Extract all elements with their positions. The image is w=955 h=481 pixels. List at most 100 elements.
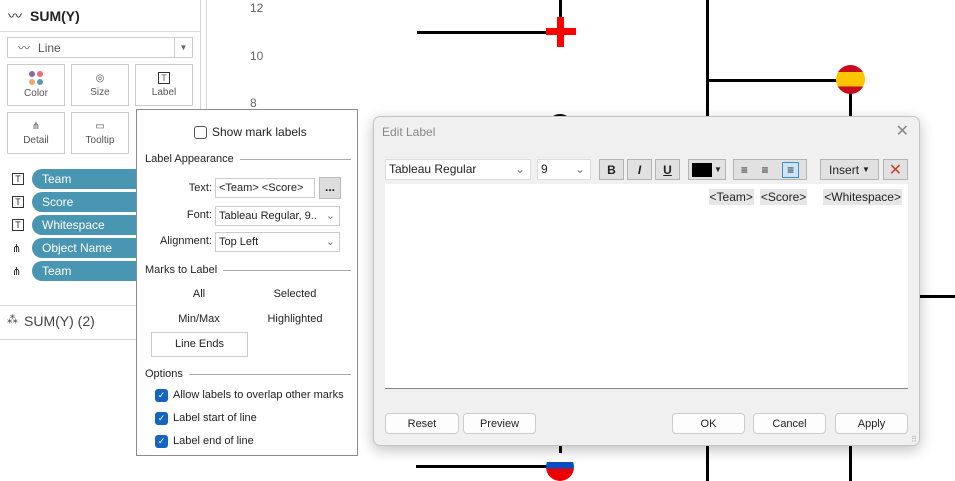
checkmark-icon[interactable]: ✓ (155, 412, 168, 425)
bracket-line (417, 31, 560, 34)
text-icon: T (12, 173, 24, 185)
align-right-icon[interactable]: ≡ (782, 161, 800, 178)
pill-row[interactable]: T Score (12, 192, 142, 212)
mark-type-value: Line (38, 40, 61, 55)
text-label: Text: (188, 182, 212, 194)
option-min-max[interactable]: Min/Max (151, 313, 247, 325)
show-mark-labels-checkbox[interactable]: Show mark labels (194, 125, 307, 139)
slovenia-flag-icon[interactable] (546, 453, 574, 481)
card-label: Size (90, 86, 110, 98)
alignment-group: ≡ ≡ ≡ (733, 159, 807, 180)
checkbox-icon[interactable] (194, 125, 207, 139)
label-text-editor[interactable]: <Team> <Score> <Whitespace> (385, 184, 908, 389)
insert-button[interactable]: Insert ▼ (820, 159, 879, 180)
y-tick: 10 (250, 49, 264, 63)
marks-header: 〰 SUM(Y) (8, 6, 80, 26)
text-icon: T (12, 219, 24, 231)
chevron-down-icon: ⌄ (514, 162, 525, 176)
font-family-dropdown[interactable]: Tableau Regular ⌄ (385, 159, 531, 180)
bold-button[interactable]: B (599, 159, 624, 180)
chevron-down-icon: ⌄ (574, 162, 585, 176)
size-icon: ◎ (95, 72, 105, 84)
card-label: Detail (23, 134, 49, 146)
card-label: Tooltip (85, 134, 115, 146)
switzerland-flag-icon[interactable] (546, 17, 576, 47)
text-icon: T (158, 72, 170, 84)
alignment-dropdown[interactable]: Top Left ⌄ (215, 232, 340, 252)
text-icon: T (12, 196, 24, 208)
align-center-icon[interactable]: ≡ (761, 163, 768, 177)
font-dropdown[interactable]: Tableau Regular, 9.. ⌄ (215, 206, 340, 226)
shapes-icon: ⁂ (7, 314, 18, 326)
option-highlighted[interactable]: Highlighted (247, 313, 343, 325)
line-icon: 〰 (8, 8, 22, 24)
tooltip-card[interactable]: ▭ Tooltip (71, 112, 129, 154)
font-size-dropdown[interactable]: 9 ⌄ (537, 159, 591, 180)
footer-label: SUM(Y) (2) (24, 313, 95, 329)
resize-grip-icon[interactable]: ⠿ (911, 435, 917, 444)
font-size-value: 9 (541, 162, 548, 176)
chevron-down-icon[interactable]: ▼ (174, 38, 192, 57)
overlap-checkbox[interactable]: ✓ Allow labels to overlap other marks (155, 389, 344, 402)
pill-row[interactable]: ⋔ Team (12, 261, 142, 281)
chevron-down-icon: ⌄ (325, 210, 335, 222)
edit-text-button[interactable]: ... (319, 177, 341, 199)
bracket-line (416, 465, 560, 468)
color-swatch (692, 162, 713, 177)
checkmark-icon[interactable]: ✓ (155, 435, 168, 448)
italic-button[interactable]: I (627, 159, 652, 180)
cancel-button[interactable]: Cancel (753, 413, 826, 434)
label-card[interactable]: T Label (135, 64, 193, 106)
underline-button[interactable]: U (655, 159, 680, 180)
field-pill[interactable]: Team (32, 261, 142, 281)
pill-row[interactable]: ⋔ Object Name (12, 238, 142, 258)
checkbox-label: Show mark labels (212, 125, 307, 139)
clear-icon[interactable]: ✕ (883, 159, 908, 180)
label-tokens: <Team> <Score> <Whitespace> (708, 189, 902, 205)
close-icon[interactable]: ✕ (896, 121, 909, 141)
font-color-picker[interactable]: ▼ (688, 159, 726, 180)
marks-to-label-heading: Marks to Label (145, 264, 351, 276)
card-label: Color (24, 88, 48, 99)
preview-button[interactable]: Preview (463, 413, 536, 434)
bracket-line (918, 295, 955, 298)
label-end-checkbox[interactable]: ✓ Label end of line (155, 435, 254, 448)
detail-icon: ⋔ (12, 242, 22, 255)
option-selected[interactable]: Selected (247, 288, 343, 300)
checkmark-icon[interactable]: ✓ (155, 389, 168, 402)
field-pill[interactable]: Object Name (32, 238, 142, 258)
ok-button[interactable]: OK (672, 413, 745, 434)
option-line-ends[interactable]: Line Ends (151, 332, 248, 357)
field-pill[interactable]: Team (32, 169, 142, 189)
text-field[interactable]: <Team> <Score> (215, 178, 315, 198)
pill-row[interactable]: T Whitespace (12, 215, 142, 235)
insert-label: Insert (829, 162, 860, 177)
label-start-checkbox[interactable]: ✓ Label start of line (155, 412, 257, 425)
spain-flag-icon[interactable] (836, 65, 865, 94)
chevron-down-icon: ⌄ (325, 236, 335, 248)
y-tick: 8 (250, 96, 257, 110)
detail-icon: ⋔ (31, 120, 41, 132)
apply-button[interactable]: Apply (835, 413, 908, 434)
field-pill[interactable]: Whitespace (32, 215, 142, 235)
line-icon: 〰 (18, 41, 31, 55)
font-value: Tableau Regular, 9.. (219, 210, 317, 222)
field-pill[interactable]: Score (32, 192, 142, 212)
y-tick: 12 (250, 1, 264, 15)
size-card[interactable]: ◎ Size (71, 64, 129, 106)
detail-card[interactable]: ⋔ Detail (7, 112, 65, 154)
label-appearance-heading: Label Appearance (145, 153, 351, 165)
measure-footer[interactable]: ⁂ SUM(Y) (2) (7, 313, 95, 329)
chevron-down-icon: ▼ (862, 165, 870, 174)
pill-row[interactable]: T Team (12, 169, 142, 189)
chevron-down-icon: ▼ (714, 165, 722, 174)
detail-icon: ⋔ (12, 265, 22, 278)
color-icon (29, 71, 43, 85)
mark-type-dropdown[interactable]: 〰 Line ▼ (7, 37, 193, 58)
reset-button[interactable]: Reset (385, 413, 459, 434)
label-popup: Show mark labels Label Appearance Text: … (136, 109, 358, 456)
align-left-icon[interactable]: ≡ (741, 163, 748, 177)
color-card[interactable]: Color (7, 64, 65, 106)
dialog-title: Edit Label (382, 125, 436, 139)
option-all[interactable]: All (151, 288, 247, 300)
